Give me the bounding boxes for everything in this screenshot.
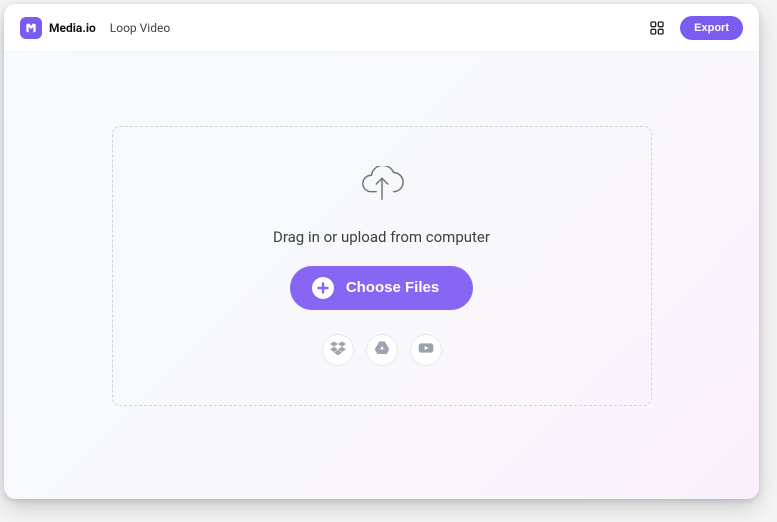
cloud-upload-icon bbox=[359, 166, 405, 206]
brand-block[interactable]: Media.io bbox=[20, 17, 96, 39]
brand-logo-icon bbox=[20, 17, 42, 39]
dropbox-icon bbox=[330, 340, 346, 359]
app-window: Media.io Loop Video Export bbox=[4, 4, 759, 499]
header-actions: Export bbox=[648, 16, 743, 40]
export-button-label: Export bbox=[694, 22, 729, 34]
dropbox-source-button[interactable] bbox=[322, 334, 354, 366]
youtube-source-button[interactable] bbox=[410, 334, 442, 366]
source-row bbox=[322, 334, 442, 366]
brand-name: Media.io bbox=[49, 21, 96, 35]
choose-files-button[interactable]: Choose Files bbox=[290, 266, 473, 310]
youtube-icon bbox=[418, 340, 434, 359]
dropzone-instruction: Drag in or upload from computer bbox=[273, 228, 490, 246]
header-bar: Media.io Loop Video Export bbox=[4, 4, 759, 52]
plus-circle-icon bbox=[312, 277, 334, 299]
export-button[interactable]: Export bbox=[680, 16, 743, 40]
google-drive-icon bbox=[374, 340, 390, 359]
upload-dropzone[interactable]: Drag in or upload from computer Choose F… bbox=[112, 126, 652, 406]
main-area: Drag in or upload from computer Choose F… bbox=[4, 52, 759, 499]
page-title: Loop Video bbox=[110, 21, 170, 35]
google-drive-source-button[interactable] bbox=[366, 334, 398, 366]
choose-files-label: Choose Files bbox=[346, 279, 439, 296]
apps-grid-icon[interactable] bbox=[648, 19, 666, 37]
